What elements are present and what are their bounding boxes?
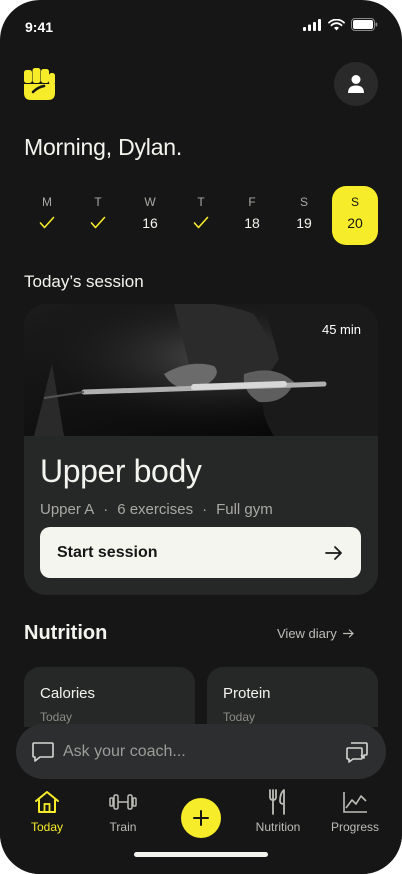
day-number: 19 [296, 215, 312, 231]
day-number: 20 [347, 215, 363, 231]
week-strip: M T W 16 T F 18 S 19 S 20 [24, 186, 378, 246]
session-name: Upper body [40, 453, 202, 489]
start-session-button[interactable]: Start session [40, 527, 361, 578]
status-icons [303, 18, 378, 31]
session-exercise-count: 6 exercises [117, 501, 194, 518]
day-4[interactable]: F 18 [229, 186, 275, 245]
fork-knife-icon [269, 789, 285, 815]
day-letter: T [197, 195, 205, 209]
tab-nutrition-label: Nutrition [255, 820, 301, 834]
tab-bar: Today Train Nutrition Progress [0, 782, 402, 874]
calories-card-subtitle: Today [40, 710, 73, 724]
protein-card[interactable]: Protein Today [207, 667, 378, 727]
battery-icon [351, 18, 378, 31]
calories-card-title: Calories [40, 685, 96, 702]
nutrition-title: Nutrition [24, 622, 108, 644]
user-icon [348, 75, 364, 93]
day-letter: T [94, 195, 102, 209]
arrow-right-icon [325, 545, 342, 560]
view-diary-link[interactable]: View diary [277, 626, 354, 641]
todays-session-title: Today’s session [24, 272, 144, 291]
profile-button[interactable] [334, 62, 378, 106]
day-letter: F [248, 195, 256, 209]
meta-separator: · [103, 501, 109, 518]
plus-icon [193, 810, 209, 826]
tab-train[interactable]: Train [88, 788, 158, 834]
day-number: 16 [142, 215, 158, 231]
protein-card-subtitle: Today [223, 710, 256, 724]
meta-separator: · [202, 501, 208, 518]
app-screen: 9:41 Morning, Dylan. M T W 16 T F 18 S 1… [0, 0, 402, 874]
day-3[interactable]: T [178, 186, 224, 245]
tab-train-label: Train [109, 820, 137, 834]
tab-nutrition[interactable]: Nutrition [243, 788, 313, 834]
status-bar: 9:41 [0, 0, 402, 54]
coach-input[interactable]: Ask your coach... [16, 724, 386, 779]
tab-progress-label: Progress [330, 820, 380, 834]
day-letter: S [350, 195, 359, 209]
app-logo-icon [24, 68, 55, 100]
start-session-label: Start session [57, 543, 158, 561]
cellular-signal-icon [303, 18, 321, 31]
day-5[interactable]: S 19 [281, 186, 327, 245]
tab-today[interactable]: Today [12, 788, 82, 834]
day-letter: S [299, 195, 308, 209]
home-indicator [134, 852, 268, 857]
check-icon [39, 216, 55, 229]
coach-input-placeholder: Ask your coach... [63, 742, 186, 760]
session-card[interactable]: 45 min Upper body Upper A · 6 exercises … [24, 304, 378, 595]
arrow-right-icon [342, 629, 354, 638]
greeting-title: Morning, Dylan. [24, 134, 183, 160]
day-1[interactable]: T [75, 186, 121, 245]
session-equipment: Full gym [216, 501, 273, 518]
day-2[interactable]: W 16 [127, 186, 173, 245]
home-icon [35, 791, 59, 813]
dumbbell-icon [109, 794, 137, 810]
chart-icon [343, 792, 367, 813]
check-icon [90, 216, 106, 229]
session-program: Upper A [40, 501, 95, 518]
wifi-icon [328, 18, 345, 30]
session-meta: Upper A · 6 exercises · Full gym [40, 501, 273, 518]
conversation-icon[interactable] [345, 740, 369, 764]
view-diary-label: View diary [277, 626, 337, 641]
status-time: 9:41 [25, 19, 54, 35]
day-number: 18 [244, 215, 260, 231]
session-duration: 45 min [321, 322, 361, 337]
tab-progress[interactable]: Progress [320, 788, 390, 834]
tab-today-label: Today [30, 820, 64, 834]
calories-card[interactable]: Calories Today [24, 667, 195, 727]
day-letter: W [144, 195, 156, 209]
check-icon [193, 216, 209, 229]
chat-bubble-icon [32, 741, 54, 762]
protein-card-title: Protein [223, 685, 271, 702]
day-letter: M [42, 195, 52, 209]
day-6[interactable]: S 20 [332, 186, 378, 245]
day-0[interactable]: M [24, 186, 70, 245]
add-button[interactable] [181, 798, 221, 838]
